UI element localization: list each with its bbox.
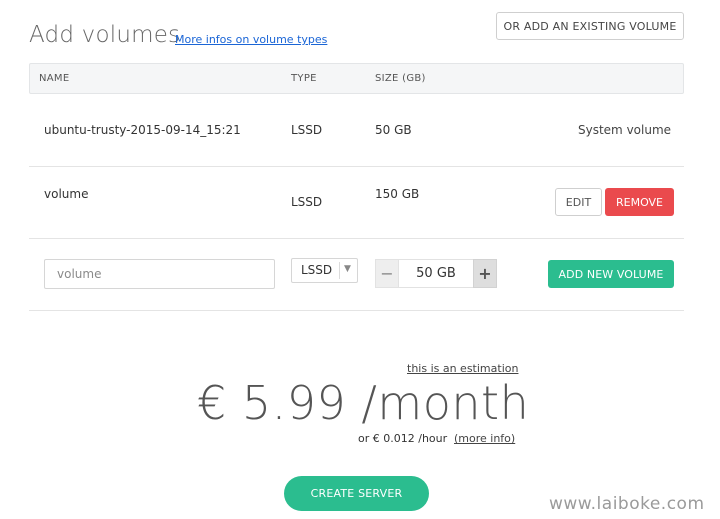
column-header-name: NAME <box>39 73 70 84</box>
volume-size: 50 GB <box>375 123 412 137</box>
volume-type-select[interactable]: LSSD ▼ <box>291 258 358 283</box>
volume-type: LSSD <box>291 195 323 209</box>
page-title: Add volumes <box>29 22 181 48</box>
edit-volume-button[interactable]: EDIT <box>555 188 602 216</box>
watermark: www.laiboke.com <box>549 494 705 514</box>
volume-size: 150 GB <box>375 187 420 201</box>
size-increase-button[interactable]: + <box>473 259 497 288</box>
price-more-info-link[interactable]: (more info) <box>454 432 515 445</box>
create-server-button[interactable]: CREATE SERVER <box>284 476 429 511</box>
hourly-price: or € 0.012 /hour <box>358 432 448 445</box>
volume-name-input[interactable] <box>44 259 275 289</box>
monthly-price: € 5.99 /month <box>197 376 530 430</box>
volume-types-info-link[interactable]: More infos on volume types <box>175 33 327 46</box>
estimation-note-link[interactable]: this is an estimation <box>407 362 518 375</box>
size-decrease-button[interactable]: − <box>375 259 399 288</box>
add-existing-volume-button[interactable]: OR ADD AN EXISTING VOLUME <box>496 12 684 40</box>
chevron-down-icon: ▼ <box>344 264 351 274</box>
column-header-size: SIZE (GB) <box>375 73 426 84</box>
volume-name: ubuntu-trusty-2015-09-14_15:21 <box>44 123 241 137</box>
volume-name: volume <box>44 187 89 201</box>
row-divider <box>29 310 684 311</box>
size-value[interactable]: 50 GB <box>399 259 473 288</box>
row-divider <box>29 166 684 167</box>
add-new-volume-button[interactable]: ADD NEW VOLUME <box>548 260 674 288</box>
system-volume-label: System volume <box>578 123 672 137</box>
table-header: NAME TYPE SIZE (GB) <box>29 63 684 94</box>
column-header-type: TYPE <box>291 73 317 84</box>
volume-type: LSSD <box>291 123 323 137</box>
select-divider <box>339 262 340 279</box>
remove-volume-button[interactable]: REMOVE <box>605 188 674 216</box>
volume-type-selected: LSSD <box>301 263 333 277</box>
row-divider <box>29 238 684 239</box>
